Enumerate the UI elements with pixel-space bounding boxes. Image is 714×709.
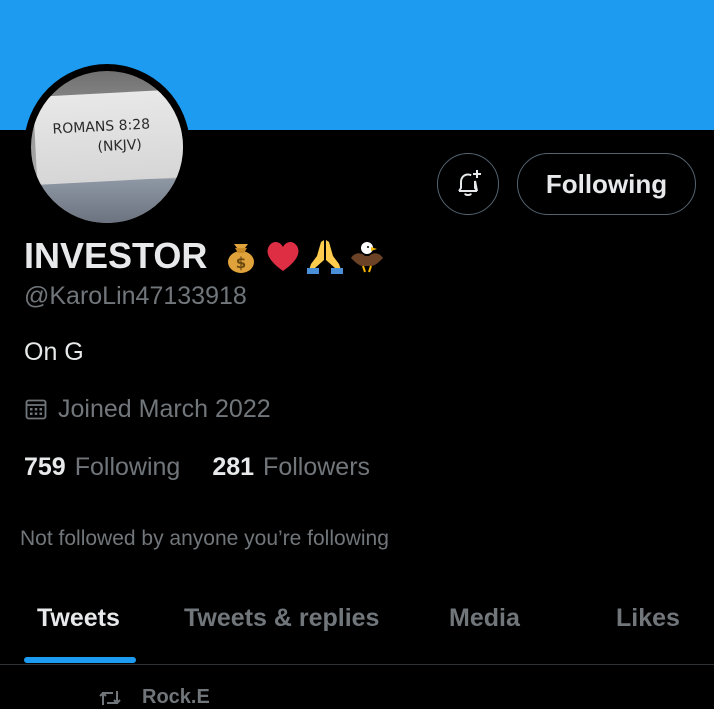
followers-count-link[interactable]: 281 Followers: [212, 453, 370, 482]
followers-count: 281: [212, 452, 255, 481]
follow-stats: 759 Following 281 Followers: [24, 451, 370, 483]
following-button[interactable]: Following: [517, 153, 696, 215]
profile-tabs: Tweets Tweets & replies Media Likes: [0, 590, 714, 664]
display-name: INVESTOR: [24, 235, 208, 276]
retweet-context-row: Rock.E: [98, 686, 210, 709]
avatar-background: [31, 179, 183, 223]
retweet-icon: [99, 690, 121, 705]
red-heart-icon: [267, 241, 299, 271]
followers-label: Followers: [263, 452, 371, 481]
joined-date-row: Joined March 2022: [24, 393, 271, 425]
folded-hands-icon: [307, 240, 344, 274]
svg-text:$: $: [236, 254, 246, 272]
profile-bio: On G: [24, 338, 84, 366]
avatar-photo: ROMANS 8:28 (NKJV): [31, 71, 183, 223]
following-count-link[interactable]: 759 Following: [24, 453, 180, 482]
money-bag-icon: $: [228, 244, 255, 273]
avatar-caption-line2: (NKJV): [97, 136, 143, 156]
active-tab-indicator: [24, 657, 136, 663]
bell-plus-icon: [458, 170, 481, 196]
tabs-divider: [0, 664, 714, 665]
tab-tweets[interactable]: Tweets: [37, 590, 120, 664]
notifications-button[interactable]: [437, 153, 499, 215]
joined-date: Joined March 2022: [58, 394, 271, 423]
eagle-icon: [351, 242, 384, 273]
following-count: 759: [24, 452, 66, 481]
user-handle: @KaroLin47133918: [24, 282, 247, 310]
tab-media[interactable]: Media: [449, 590, 520, 664]
avatar[interactable]: ROMANS 8:28 (NKJV): [24, 64, 190, 230]
tab-likes[interactable]: Likes: [616, 590, 680, 664]
retweet-context-text: Rock.E: [142, 686, 210, 708]
calendar-icon: [24, 397, 48, 421]
following-label: Following: [74, 452, 181, 481]
display-name-emoji: $: [221, 236, 387, 276]
display-name-row: INVESTOR $: [24, 232, 387, 280]
tab-tweets-replies[interactable]: Tweets & replies: [184, 590, 379, 664]
not-followed-notice: Not followed by anyone you’re following: [20, 527, 389, 550]
avatar-caption: ROMANS 8:28 (NKJV): [52, 114, 152, 159]
